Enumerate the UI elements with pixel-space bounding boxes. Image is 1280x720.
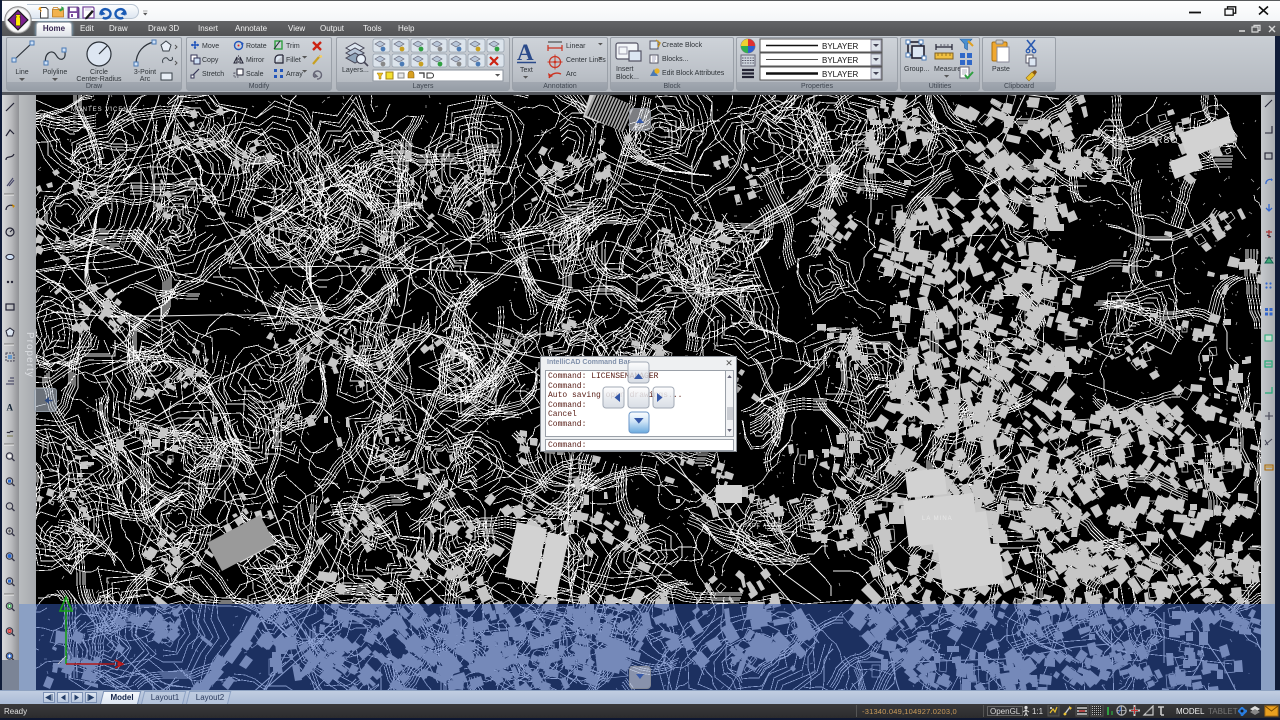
svg-text:CIDADE ALMIRAL: CIDADE ALMIRAL bbox=[736, 523, 791, 529]
svg-text:Measure: Measure bbox=[934, 66, 961, 73]
svg-text:Polyline: Polyline bbox=[43, 69, 68, 76]
svg-text:Mirror: Mirror bbox=[246, 57, 265, 64]
svg-text:A: A bbox=[517, 40, 534, 65]
svg-text:Fillet: Fillet bbox=[286, 57, 301, 64]
svg-text:3-Point: 3-Point bbox=[134, 69, 156, 76]
svg-text:Stretch: Stretch bbox=[202, 71, 224, 78]
svg-text:Group...: Group... bbox=[904, 66, 929, 73]
svg-text:Paste: Paste bbox=[992, 66, 1010, 73]
svg-text:Layers...: Layers... bbox=[342, 67, 369, 74]
svg-text:Array: Array bbox=[286, 71, 303, 78]
svg-text:Rotate: Rotate bbox=[246, 43, 267, 50]
svg-text:A: A bbox=[7, 403, 14, 413]
svg-text:LA MINA: LA MINA bbox=[922, 516, 953, 522]
svg-text:Move: Move bbox=[202, 43, 219, 50]
svg-text:LA NIEVA: LA NIEVA bbox=[481, 334, 515, 340]
svg-text:Block...: Block... bbox=[616, 74, 639, 81]
svg-text:Line: Line bbox=[15, 69, 28, 76]
svg-text:BYLAYER: BYLAYER bbox=[822, 42, 859, 51]
svg-text:SANTE TERSO: SANTE TERSO bbox=[1104, 135, 1178, 145]
svg-text:Insert: Insert bbox=[616, 66, 634, 73]
svg-text:Arc: Arc bbox=[140, 76, 151, 82]
svg-text:Create Block: Create Block bbox=[662, 42, 703, 49]
svg-text:Circle: Circle bbox=[90, 69, 108, 76]
svg-text:Arc: Arc bbox=[566, 71, 577, 78]
svg-text:Linear: Linear bbox=[566, 43, 586, 50]
svg-text:FOPAL: FOPAL bbox=[1130, 248, 1154, 254]
svg-text:Blocks...: Blocks... bbox=[662, 56, 689, 63]
svg-text:SE TEMERO: SE TEMERO bbox=[376, 143, 414, 149]
svg-text:Copy: Copy bbox=[202, 57, 219, 64]
svg-text:BYLAYER: BYLAYER bbox=[822, 56, 859, 65]
svg-text:BYLAYER: BYLAYER bbox=[822, 70, 859, 79]
svg-text:1:1: 1:1 bbox=[1032, 707, 1044, 716]
svg-text:ARCUS: ARCUS bbox=[646, 321, 669, 327]
svg-text:Center-Radius: Center-Radius bbox=[76, 76, 122, 82]
svg-text:Scale: Scale bbox=[246, 71, 264, 78]
svg-text:MONTES VICENTE: MONTES VICENTE bbox=[71, 107, 138, 113]
svg-text:CAMPO: CAMPO bbox=[276, 321, 299, 327]
svg-text:Edit Block Attributes: Edit Block Attributes bbox=[662, 70, 725, 77]
svg-text:Text: Text bbox=[520, 67, 533, 74]
svg-text:Trim: Trim bbox=[286, 43, 300, 50]
